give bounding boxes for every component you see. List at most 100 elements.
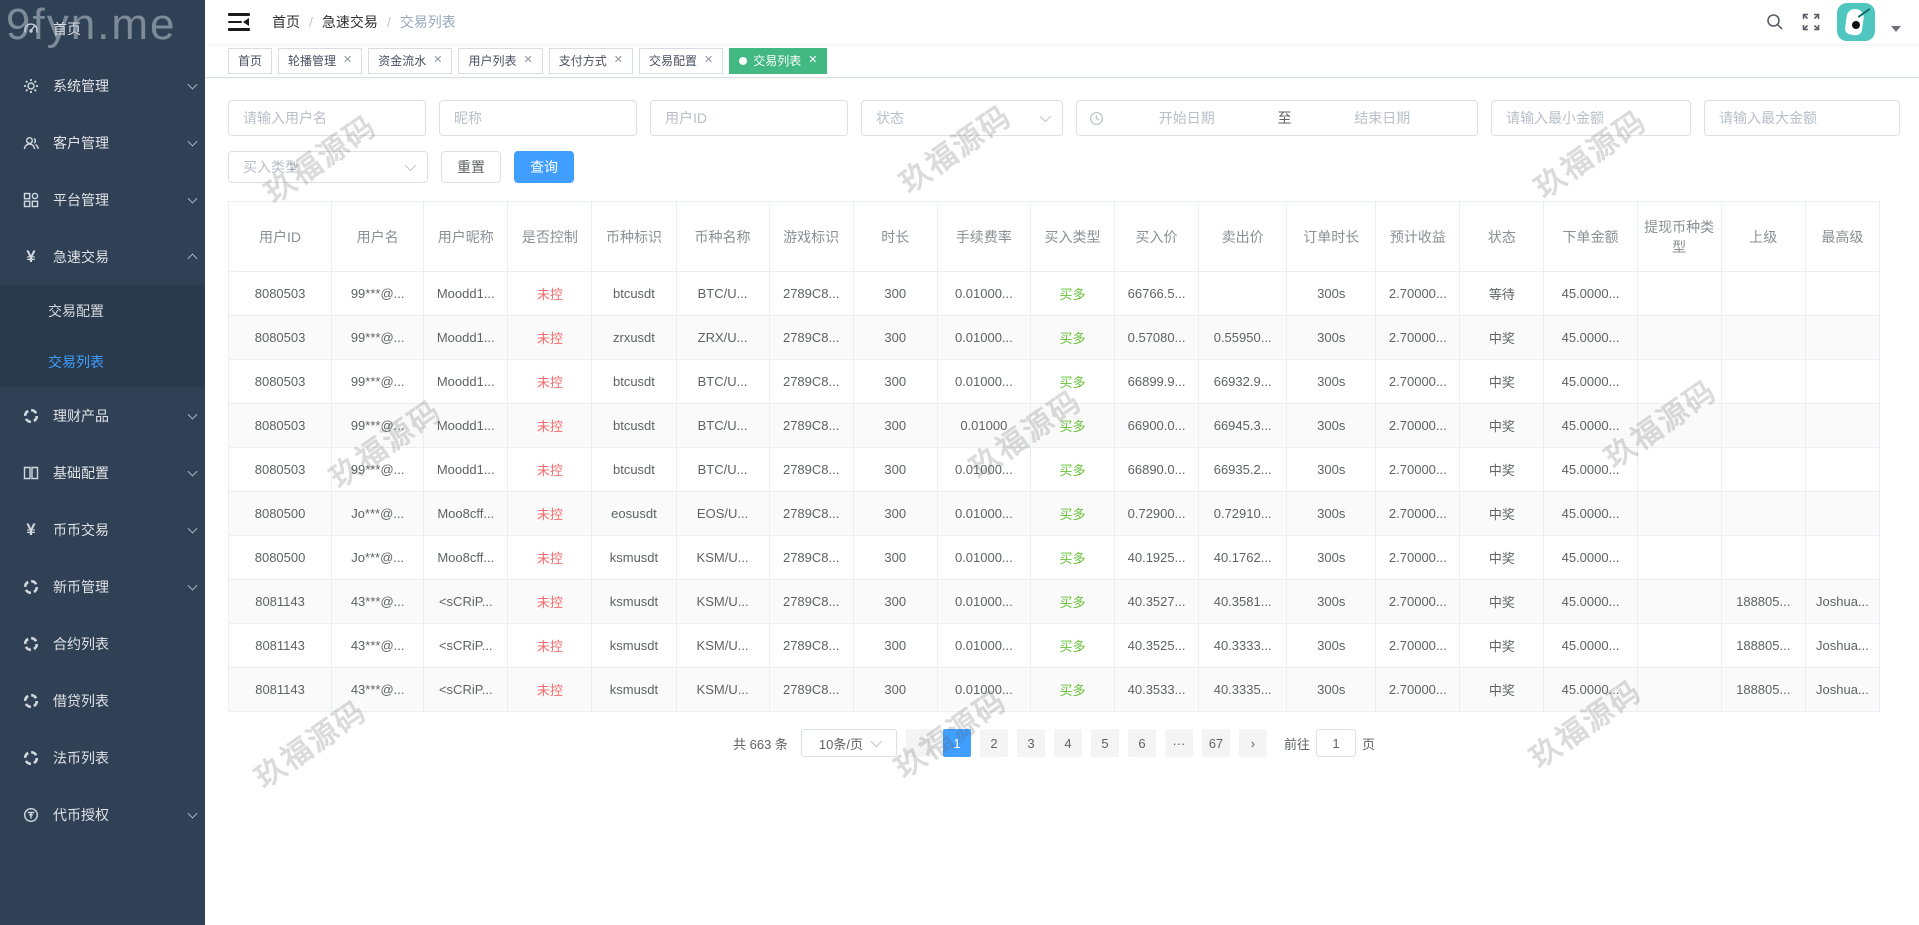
avatar[interactable]	[1837, 3, 1875, 41]
breadcrumb-separator: /	[309, 14, 313, 30]
cell-订单时长: 300s	[1286, 447, 1377, 492]
cell-用户名: 99***@...	[331, 315, 425, 360]
cell-用户昵称: Moodd1...	[423, 403, 509, 448]
sidebar-item-12[interactable]: 法币列表	[0, 729, 205, 786]
date-range-picker[interactable]: 开始日期 至 结束日期	[1076, 100, 1478, 136]
user-menu-caret-icon[interactable]	[1891, 26, 1901, 32]
cell-买入类型: 买多	[1030, 315, 1116, 360]
search-button[interactable]: 查询	[514, 151, 574, 183]
sidebar-item-8[interactable]: ¥ 币币交易	[0, 501, 205, 558]
cell-预计收益: 2.70000...	[1375, 579, 1461, 624]
cell-卖出价: 0.55950...	[1198, 315, 1288, 360]
sidebar-item-10[interactable]: 合约列表	[0, 615, 205, 672]
tab-轮播管理[interactable]: 轮播管理 ✕	[278, 47, 363, 74]
sidebar-item-1[interactable]: 首页	[0, 0, 205, 57]
cell-上级	[1721, 403, 1806, 448]
userid-input[interactable]	[650, 100, 848, 136]
sidebar-item-11[interactable]: 借贷列表	[0, 672, 205, 729]
tab-支付方式[interactable]: 支付方式 ✕	[548, 47, 633, 74]
page-button-4[interactable]: 4	[1053, 729, 1082, 757]
start-date-placeholder[interactable]: 开始日期	[1104, 108, 1270, 128]
min-amount-input[interactable]	[1491, 100, 1691, 136]
page-size-select[interactable]: 10条/页	[800, 729, 897, 757]
column-header-用户名: 用户名	[331, 201, 425, 272]
tab-label: 交易配置	[648, 54, 697, 68]
cell-币种标识: btcusdt	[591, 447, 677, 492]
reset-button[interactable]: 重置	[441, 151, 501, 183]
cell-手续费率: 0.01000...	[937, 447, 1031, 492]
search-icon[interactable]	[1765, 12, 1785, 32]
sidebar: 首页 系统管理 客户管理 平台管理 ¥ 急速交易 交易配置 交易列表 理财产品基础配置 ¥ 币币交易…	[0, 0, 205, 925]
cell-订单时长: 300s	[1286, 403, 1377, 448]
tab-用户列表[interactable]: 用户列表 ✕	[458, 47, 543, 74]
table-row: 8080503 99***@... Moodd1... 未控 btcusdt BTC/U.…	[228, 359, 1881, 404]
tab-首页[interactable]: 首页	[228, 47, 273, 74]
table-row: 8081143 43***@... <sCRiP... 未控 ksmusdt KSM/U.…	[228, 667, 1881, 712]
page-content: 状态 开始日期 至 结束日期 买入类型 重置 查询	[205, 78, 1919, 757]
sidebar-item-4[interactable]: 平台管理	[0, 171, 205, 228]
sidebar-item-13[interactable]: 代币授权	[0, 786, 205, 843]
sidebar-subitem-交易列表[interactable]: 交易列表	[0, 336, 205, 387]
tab-交易配置[interactable]: 交易配置 ✕	[638, 47, 724, 74]
page-button-1[interactable]: 1	[942, 729, 971, 757]
page-button-6[interactable]: 6	[1127, 729, 1156, 757]
goto-page: 前往 页	[1284, 729, 1375, 757]
end-date-placeholder[interactable]: 结束日期	[1300, 108, 1466, 128]
table-row: 8081143 43***@... <sCRiP... 未控 ksmusdt KSM/U.…	[228, 579, 1881, 624]
nickname-input[interactable]	[439, 100, 637, 136]
chevron-down-icon	[187, 136, 198, 147]
cell-提现币种类型	[1637, 535, 1722, 580]
cell-时长: 300	[853, 271, 938, 316]
next-page-button[interactable]: ›	[1238, 729, 1267, 757]
cell-上级	[1721, 271, 1806, 316]
buy-type-select[interactable]: 买入类型	[228, 151, 428, 183]
fullscreen-icon[interactable]	[1801, 12, 1821, 32]
sidebar-item-5[interactable]: ¥ 急速交易	[0, 228, 205, 285]
page-button-67[interactable]: 67	[1201, 729, 1230, 757]
status-select[interactable]: 状态	[861, 100, 1063, 136]
cell-用户ID: 8080503	[228, 315, 333, 360]
tab-close-icon[interactable]: ✕	[433, 55, 442, 66]
cell-游戏标识: 2789C8...	[769, 359, 854, 404]
date-range-separator: 至	[1277, 110, 1292, 126]
sidebar-item-6[interactable]: 理财产品	[0, 387, 205, 444]
cell-买入价: 40.3527...	[1114, 579, 1200, 624]
sidebar-item-7[interactable]: 基础配置	[0, 444, 205, 501]
sidebar-item-label: 基础配置	[53, 464, 109, 481]
tab-close-icon[interactable]: ✕	[808, 55, 817, 66]
cell-最高级: Joshua...	[1805, 579, 1881, 624]
cell-下单金额: 45.0000...	[1543, 667, 1638, 712]
cell-币种名称: BTC/U...	[676, 447, 770, 492]
cell-订单时长: 300s	[1286, 315, 1377, 360]
cell-用户昵称: Moodd1...	[423, 271, 509, 316]
max-amount-input[interactable]	[1704, 100, 1900, 136]
page-button-3[interactable]: 3	[1016, 729, 1045, 757]
tab-close-icon[interactable]: ✕	[704, 55, 713, 66]
sidebar-subitem-交易配置[interactable]: 交易配置	[0, 285, 205, 336]
table-row: 8081143 43***@... <sCRiP... 未控 ksmusdt KSM/U.…	[228, 623, 1881, 668]
column-header-提现币种类型: 提现币种类型	[1637, 201, 1722, 272]
username-input[interactable]	[228, 100, 426, 136]
sidebar-item-2[interactable]: 系统管理	[0, 57, 205, 114]
cell-订单时长: 300s	[1286, 271, 1377, 316]
column-header-买入价: 买入价	[1114, 201, 1200, 272]
more-pages-icon[interactable]: ···	[1164, 729, 1193, 757]
tab-交易列表[interactable]: 交易列表 ✕	[729, 47, 828, 74]
tab-close-icon[interactable]: ✕	[343, 55, 352, 66]
sidebar-item-9[interactable]: 新币管理	[0, 558, 205, 615]
tab-资金流水[interactable]: 资金流水 ✕	[368, 47, 453, 74]
column-header-订单时长: 订单时长	[1286, 201, 1377, 272]
cell-最高级	[1805, 403, 1881, 448]
prev-page-button[interactable]: ‹	[905, 729, 934, 757]
sidebar-toggle-icon[interactable]	[228, 13, 250, 31]
page-button-5[interactable]: 5	[1090, 729, 1119, 757]
page-button-2[interactable]: 2	[979, 729, 1008, 757]
sidebar-item-3[interactable]: 客户管理	[0, 114, 205, 171]
tab-close-icon[interactable]: ✕	[524, 55, 533, 66]
goto-page-input[interactable]	[1315, 729, 1356, 757]
tab-close-icon[interactable]: ✕	[614, 55, 623, 66]
pagination-total: 共 663 条	[733, 736, 788, 752]
breadcrumb-item-1[interactable]: 首页	[272, 12, 300, 32]
breadcrumb-item-2[interactable]: 急速交易	[322, 12, 378, 32]
cell-币种标识: ksmusdt	[591, 623, 677, 668]
